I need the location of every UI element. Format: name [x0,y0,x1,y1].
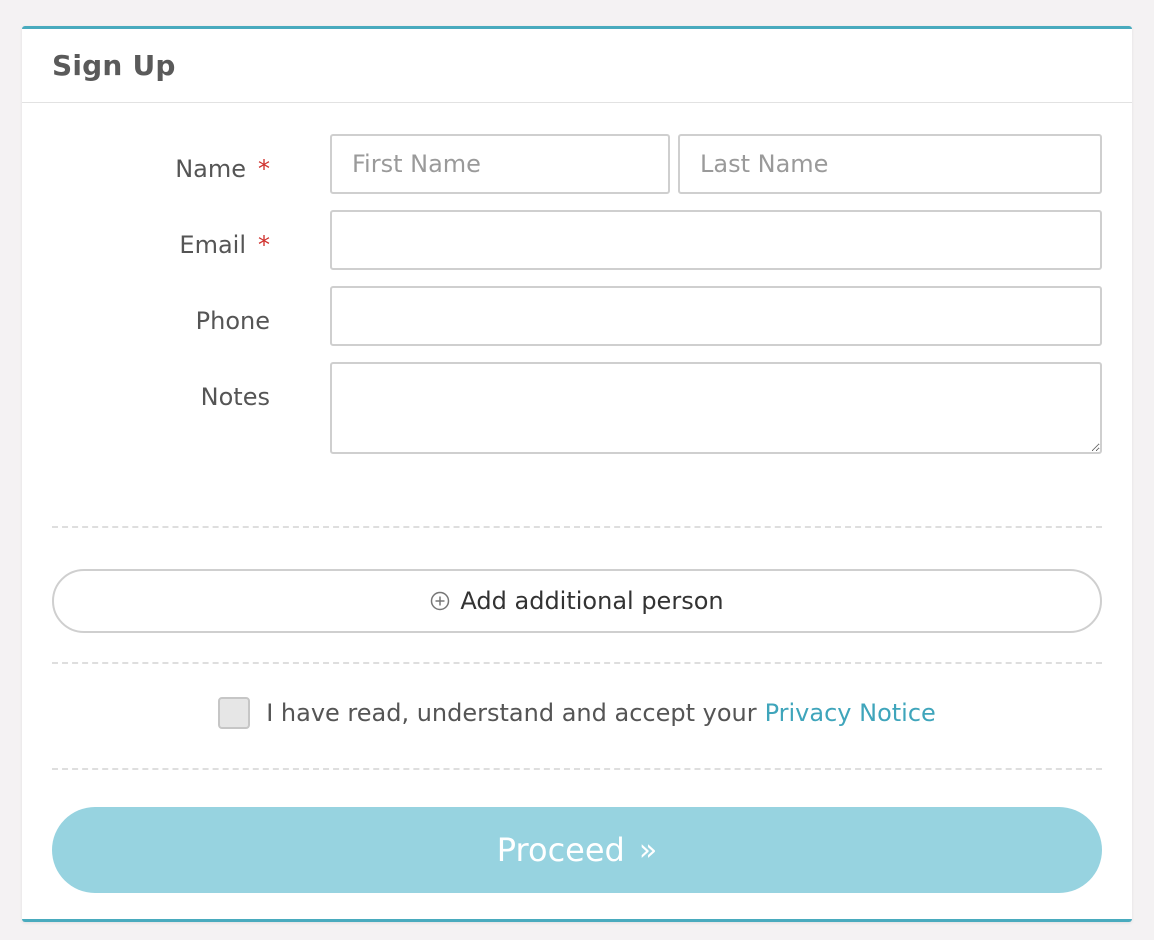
phone-label: Phone [196,307,270,335]
email-field[interactable] [330,210,1102,270]
divider [52,526,1102,528]
divider [52,662,1102,664]
notes-label-text: Notes [200,383,270,411]
privacy-consent: I have read, understand and accept your … [22,697,1132,729]
email-label-text: Email [179,231,246,259]
notes-textarea[interactable] [330,362,1102,454]
first-name-input[interactable] [330,134,670,194]
name-required-mark: * [258,155,270,183]
last-name-input[interactable] [678,134,1102,194]
add-person-label: Add additional person [460,587,724,615]
plus-circle-icon [430,591,450,611]
add-additional-person-button[interactable]: Add additional person [52,569,1102,633]
consent-text: I have read, understand and accept your [266,699,757,727]
privacy-notice-link[interactable]: Privacy Notice [765,699,936,727]
phone-label-text: Phone [195,307,270,335]
email-label: Email * [179,231,270,259]
name-label: Name * [175,155,270,183]
double-chevron-right-icon: » [638,832,658,868]
email-required-mark: * [258,231,270,259]
notes-label: Notes [201,383,270,411]
privacy-checkbox[interactable] [218,697,251,729]
signup-panel: Sign Up Name * Email * Phone Notes [22,26,1132,922]
name-label-text: Name [175,155,246,183]
divider [52,768,1102,770]
page-title: Sign Up [52,49,176,82]
phone-field[interactable] [330,286,1102,346]
proceed-label: Proceed [496,831,625,869]
panel-header: Sign Up [22,29,1132,103]
proceed-button[interactable]: Proceed » [52,807,1102,893]
